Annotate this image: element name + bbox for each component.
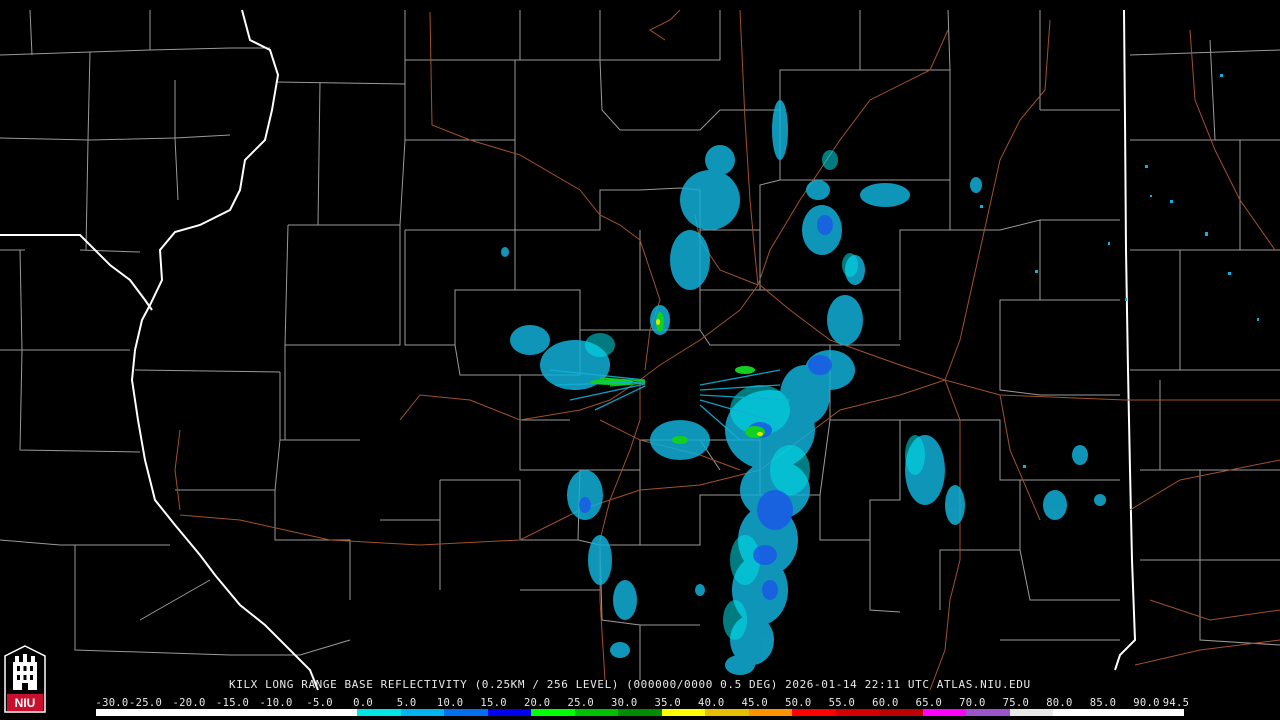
color-bar-segment [1140,709,1184,716]
scale-label: -5.0 [306,697,333,709]
radar-map [0,9,1280,691]
county-boundaries [0,9,1280,680]
scale-label: 10.0 [436,697,464,709]
radar-echoes [501,74,1259,675]
scale-label: 55.0 [828,697,856,709]
scale-label: 15.0 [480,697,507,709]
color-bar-segment [531,709,575,716]
scale-label: 85.0 [1089,697,1117,709]
scale-label: -25.0 [128,697,163,709]
color-bar-segment [879,709,923,716]
color-bar-segment [748,709,793,716]
color-bar-segment [313,709,358,716]
color-bar-segment [183,709,227,716]
color-bar-segment [966,709,1010,716]
color-bar-segment [661,709,706,716]
color-bar-segment [705,709,749,716]
color-bar-segment [444,709,488,716]
logo-text: NIU [15,696,36,710]
scale-label: -20.0 [172,697,206,709]
color-bar-segment [1053,709,1097,716]
scale-label: 94.5 [1162,697,1190,709]
color-bar-segment [1009,709,1054,716]
scale-label: 30.0 [610,697,638,709]
scale-label: -30.0 [95,697,129,709]
radar-map-view: NIU KILX LONG RANGE BASE REFLECTIVITY (0… [0,0,1280,720]
scale-label: 65.0 [915,697,943,709]
highways [174,9,1280,691]
scale-label: 70.0 [959,697,986,709]
color-bar-segment [139,709,184,716]
color-bar-segment [922,709,967,716]
color-bar-segment [96,709,140,716]
color-bar-segment [487,709,532,716]
color-bar-segment [792,709,836,716]
scale-label: 25.0 [567,697,594,709]
color-bar-segment [400,709,445,716]
scale-label: 80.0 [1046,697,1073,709]
scale-label: 45.0 [741,697,769,709]
scale-label: 50.0 [785,697,812,709]
scale-label: 40.0 [698,697,725,709]
color-bar-segment [835,709,880,716]
scale-label: 60.0 [872,697,899,709]
color-bar-segment [357,709,401,716]
scale-label: -10.0 [259,697,293,709]
scale-label: 20.0 [523,697,551,709]
color-bar-segment [270,709,314,716]
scale-label: 0.0 [353,697,374,709]
radar-product-caption: KILX LONG RANGE BASE REFLECTIVITY (0.25K… [229,678,1031,691]
scale-label: 90.0 [1133,697,1160,709]
reflectivity-scale-labels: -30.0 -25.0 -20.0 -15.0 -10.0 -5.0 0.0 5.0 10.0 1… [95,697,1192,709]
scale-label: -15.0 [215,697,250,709]
color-bar-segment [574,709,619,716]
color-bar-segment [618,709,662,716]
niu-logo: NIU [4,645,46,713]
reflectivity-color-bar [96,709,1184,716]
scale-label: 5.0 [396,697,417,709]
color-bar-segment [1096,709,1141,716]
color-bar-segment [226,709,271,716]
scale-label: 75.0 [1002,697,1030,709]
scale-label: 35.0 [654,697,681,709]
